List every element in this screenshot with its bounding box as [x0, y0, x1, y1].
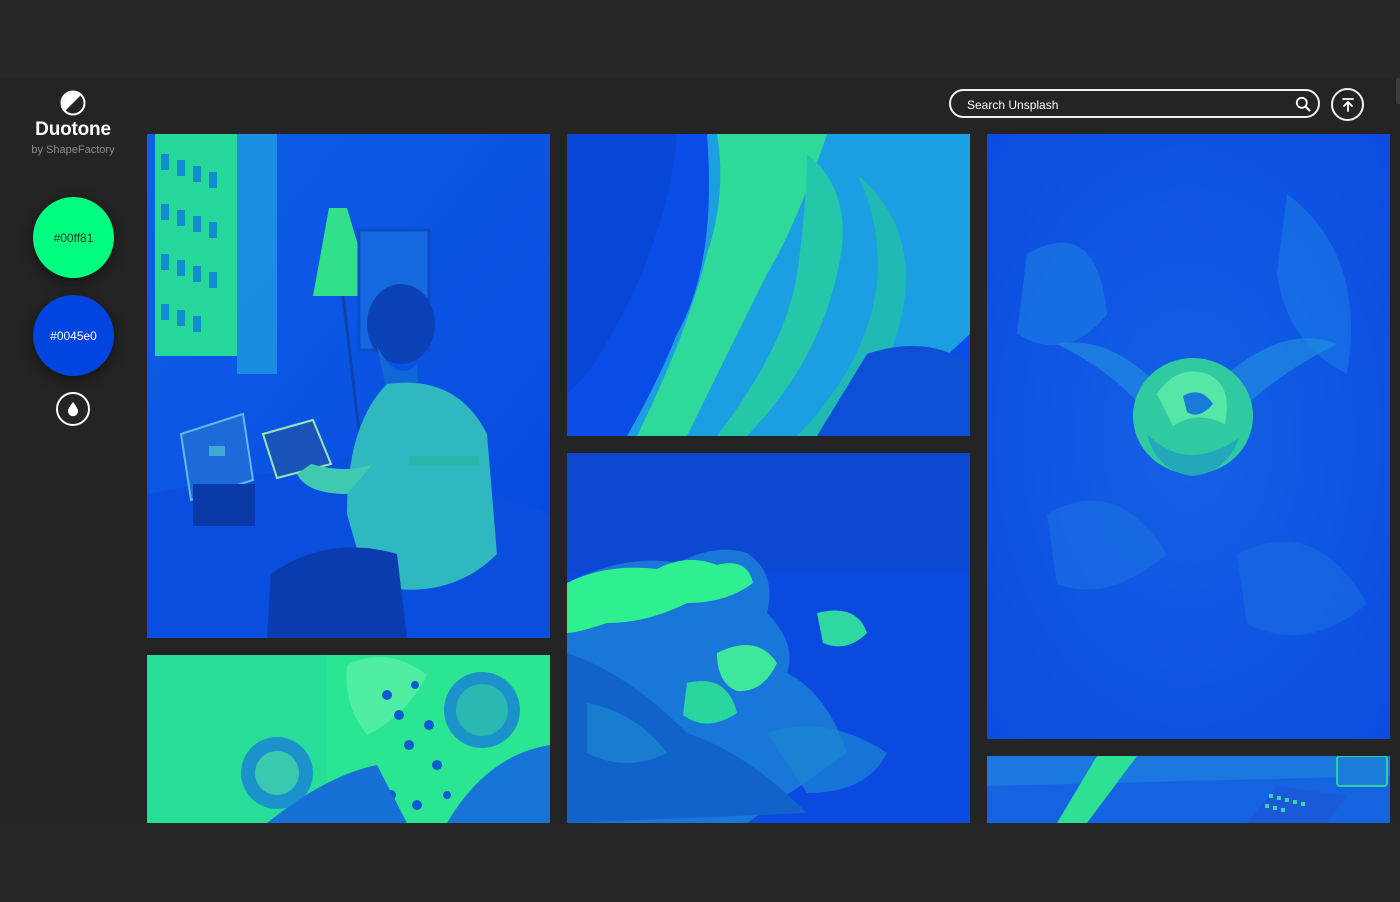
- search-icon[interactable]: [1295, 96, 1311, 112]
- photo-flowers-bouquet[interactable]: [147, 655, 550, 823]
- dark-color-swatch[interactable]: #0045e0: [33, 295, 114, 376]
- light-color-label: #00ff81: [53, 230, 94, 245]
- photo-man-with-laptop[interactable]: [147, 134, 550, 638]
- color-drop-button[interactable]: [56, 392, 90, 426]
- photo-waves-on-rocks[interactable]: [567, 453, 970, 823]
- app-title: Duotone: [35, 119, 111, 140]
- dark-color-label: #0045e0: [50, 328, 97, 343]
- photo-desk[interactable]: [987, 756, 1390, 823]
- light-color-swatch[interactable]: #00ff81: [33, 197, 114, 278]
- app-subtitle: by ShapeFactory: [31, 144, 115, 156]
- color-drop-icon: [68, 402, 78, 417]
- photo-canyon[interactable]: [567, 134, 970, 436]
- brand: Duotone by ShapeFactory: [20, 90, 126, 158]
- photo-flower-bud[interactable]: [987, 134, 1390, 739]
- app-window: Duotone by ShapeFactory #00ff81 #0045e0: [0, 0, 1400, 902]
- scrollbar-thumb[interactable]: [1396, 78, 1400, 104]
- search-box[interactable]: [949, 89, 1320, 118]
- half-circle-logo-icon: [60, 90, 86, 116]
- scroll-top-button[interactable]: [1331, 88, 1364, 121]
- arrow-to-top-icon: [1341, 97, 1354, 112]
- search-input[interactable]: [965, 91, 1289, 118]
